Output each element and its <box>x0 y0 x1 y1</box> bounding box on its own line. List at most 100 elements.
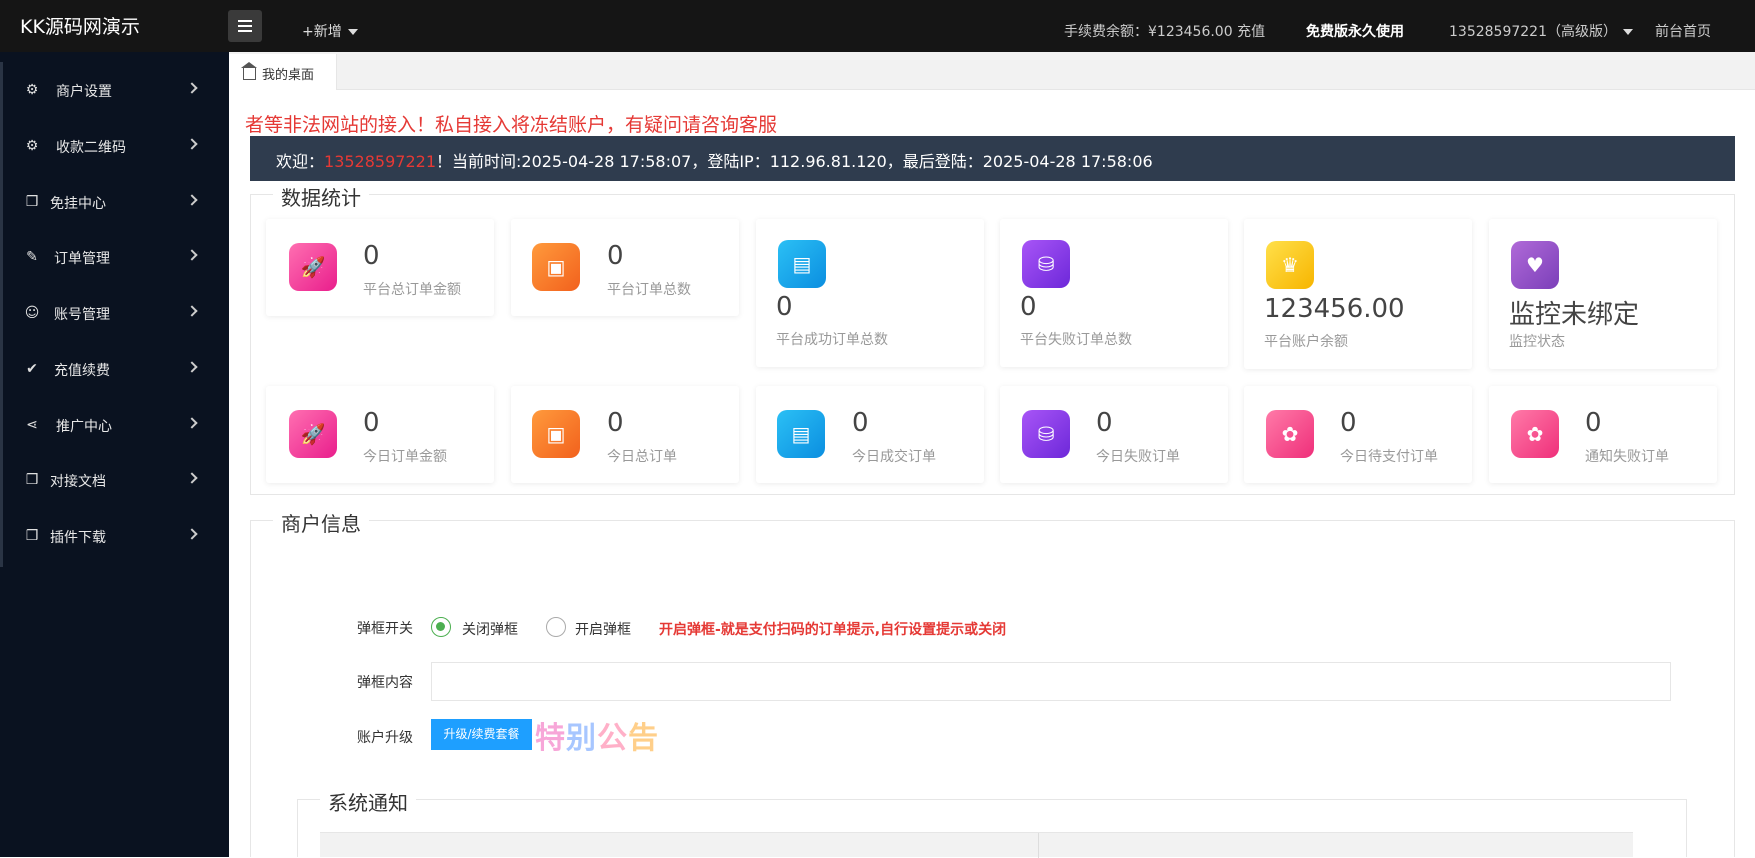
cube-icon: ❒ <box>25 194 39 210</box>
chevron-right-icon <box>186 82 198 94</box>
stat-label: 今日待支付订单 <box>1340 449 1438 465</box>
sidebar-item-label: 推广中心 <box>56 419 112 435</box>
stat-card: ✿ 0 通知失败订单 <box>1489 386 1717 483</box>
cube-icon: ❒ <box>25 528 39 544</box>
card-icon: ▤ <box>778 240 826 288</box>
stat-value: 0 <box>1585 408 1602 438</box>
sidebar-item-merchant-settings[interactable]: ⚙ 商户设置 <box>0 70 229 110</box>
menu-toggle-button[interactable] <box>228 10 262 42</box>
notice-divider <box>1038 833 1039 858</box>
tab-my-desktop[interactable]: 我的桌面 <box>229 54 337 90</box>
sidebar-item-label: 账号管理 <box>54 307 110 323</box>
chevron-right-icon <box>186 472 198 484</box>
flame-icon: ✿ <box>1511 410 1559 458</box>
tab-bar: 我的桌面 <box>229 52 1755 90</box>
special-notice-banner[interactable]: 特别公告 <box>535 713 659 757</box>
popup-hint: 开启弹框-就是支付扫码的订单提示,自行设置提示或关闭 <box>659 622 1007 638</box>
stat-card: 🚀 0 今日订单金额 <box>266 386 494 483</box>
sidebar-item-api-docs[interactable]: ❒ 对接文档 <box>0 460 229 500</box>
radio-open-popup-label[interactable]: 开启弹框 <box>575 619 631 639</box>
stat-label: 平台成功订单总数 <box>776 332 888 348</box>
stat-card: ▣ 0 今日总订单 <box>511 386 739 483</box>
user-icon: ☺ <box>24 305 40 321</box>
stat-card: ⛁ 0 平台失败订单总数 <box>1000 219 1228 367</box>
stats-title: 数据统计 <box>273 182 369 211</box>
stat-value: 0 <box>1020 292 1037 322</box>
stat-label: 平台账户余额 <box>1264 334 1348 350</box>
sidebar: ⚙ 商户设置 ⚙ 收款二维码 ❒ 免挂中心 ✎ 订单管理 ☺ 账号管理 ✔ 充值… <box>0 52 229 857</box>
sidebar-item-label: 订单管理 <box>54 251 110 267</box>
cube-icon: ❒ <box>25 472 39 488</box>
radio-close-popup[interactable] <box>431 617 451 637</box>
crown-icon: ♛ <box>1266 241 1314 289</box>
sidebar-item-recharge[interactable]: ✔ 充值续费 <box>0 349 229 389</box>
stat-value: 0 <box>1340 408 1357 438</box>
home-link[interactable]: 前台首页 <box>1655 21 1711 41</box>
stat-value: 0 <box>363 241 380 271</box>
chevron-right-icon <box>186 249 198 261</box>
sidebar-item-promotion[interactable]: ⋖ 推广中心 <box>0 405 229 445</box>
edit-icon: ✎ <box>26 249 38 265</box>
system-notice-strip <box>320 832 1633 858</box>
chevron-right-icon <box>186 417 198 429</box>
free-version-label: 免费版永久使用 <box>1306 24 1404 40</box>
stat-card: ▤ 0 平台成功订单总数 <box>756 219 984 367</box>
flame-icon: ✿ <box>1266 410 1314 458</box>
rocket-icon: 🚀 <box>289 410 337 458</box>
cylinder-icon: ⛁ <box>1022 410 1070 458</box>
sidebar-item-accounts[interactable]: ☺ 账号管理 <box>0 293 229 333</box>
welcome-bar: 欢迎：13528597221！当前时间:2025-04-28 17:58:07，… <box>250 136 1735 181</box>
stat-value: 123456.00 <box>1264 294 1405 324</box>
caret-down-icon <box>347 29 358 35</box>
ticket-icon: ▣ <box>532 243 580 291</box>
top-bar: KK源码网演示 +新增 手续费余额：¥123456.00 充值 免费版永久使用 … <box>0 0 1755 52</box>
stat-card: 🚀 0 平台总订单金额 <box>266 219 494 316</box>
sidebar-item-label: 商户设置 <box>56 84 112 100</box>
popup-content-input[interactable] <box>431 662 1671 701</box>
chevron-right-icon <box>186 138 198 150</box>
stat-value: 0 <box>852 408 869 438</box>
sidebar-item-free-hang[interactable]: ❒ 免挂中心 <box>0 182 229 222</box>
check-icon: ✔ <box>26 361 38 377</box>
menu-icon <box>238 20 252 22</box>
tab-label: 我的桌面 <box>262 68 315 83</box>
sidebar-item-orders[interactable]: ✎ 订单管理 <box>0 237 229 277</box>
stat-value: 0 <box>607 408 624 438</box>
radio-close-popup-label[interactable]: 关闭弹框 <box>462 619 518 639</box>
heart-icon: ♥ <box>1511 241 1559 289</box>
add-new-label: +新增 <box>302 24 342 40</box>
stat-value: 0 <box>607 241 624 271</box>
fee-balance-link[interactable]: 手续费余额：¥123456.00 充值 <box>1064 21 1265 41</box>
radio-open-popup[interactable] <box>546 617 566 637</box>
sidebar-item-plugins[interactable]: ❒ 插件下载 <box>0 516 229 556</box>
popup-content-label: 弹框内容 <box>357 675 413 691</box>
stat-label: 平台总订单金额 <box>363 282 461 298</box>
add-new-dropdown[interactable]: +新增 <box>302 21 358 41</box>
sidebar-item-label: 对接文档 <box>50 474 106 490</box>
sidebar-item-label: 插件下载 <box>50 530 106 546</box>
cylinder-icon: ⛁ <box>1022 240 1070 288</box>
chevron-right-icon <box>186 361 198 373</box>
sidebar-item-label: 收款二维码 <box>56 140 126 156</box>
card-icon: ▤ <box>777 410 825 458</box>
gear-icon: ⚙ <box>25 138 39 154</box>
stat-card: ⛁ 0 今日失败订单 <box>1000 386 1228 483</box>
upgrade-button[interactable]: 升级/续费套餐 <box>431 719 532 750</box>
welcome-prefix: 欢迎： <box>276 152 325 171</box>
chevron-right-icon <box>186 528 198 540</box>
stat-label: 通知失败订单 <box>1585 449 1669 465</box>
stat-label: 今日订单金额 <box>363 449 447 465</box>
sidebar-item-qrcode[interactable]: ⚙ 收款二维码 <box>0 126 229 166</box>
stat-card: ✿ 0 今日待支付订单 <box>1244 386 1472 483</box>
stat-label: 平台失败订单总数 <box>1020 332 1132 348</box>
user-menu[interactable]: 13528597221（高级版） <box>1449 21 1633 41</box>
upgrade-label: 账户升级 <box>357 730 413 746</box>
brand-logo[interactable]: KK源码网演示 <box>20 12 140 39</box>
welcome-phone: 13528597221 <box>324 152 436 171</box>
warning-marquee: 者等非法网站的接入！私自接入将冻结账户，有疑问请咨询客服 <box>245 114 778 136</box>
stat-label: 平台订单总数 <box>607 282 691 298</box>
welcome-info: ！当前时间:2025-04-28 17:58:07，登陆IP：112.96.81… <box>436 152 1153 171</box>
sidebar-item-label: 充值续费 <box>54 363 110 379</box>
rocket-icon: 🚀 <box>289 243 337 291</box>
stat-card: ▣ 0 平台订单总数 <box>511 219 739 316</box>
